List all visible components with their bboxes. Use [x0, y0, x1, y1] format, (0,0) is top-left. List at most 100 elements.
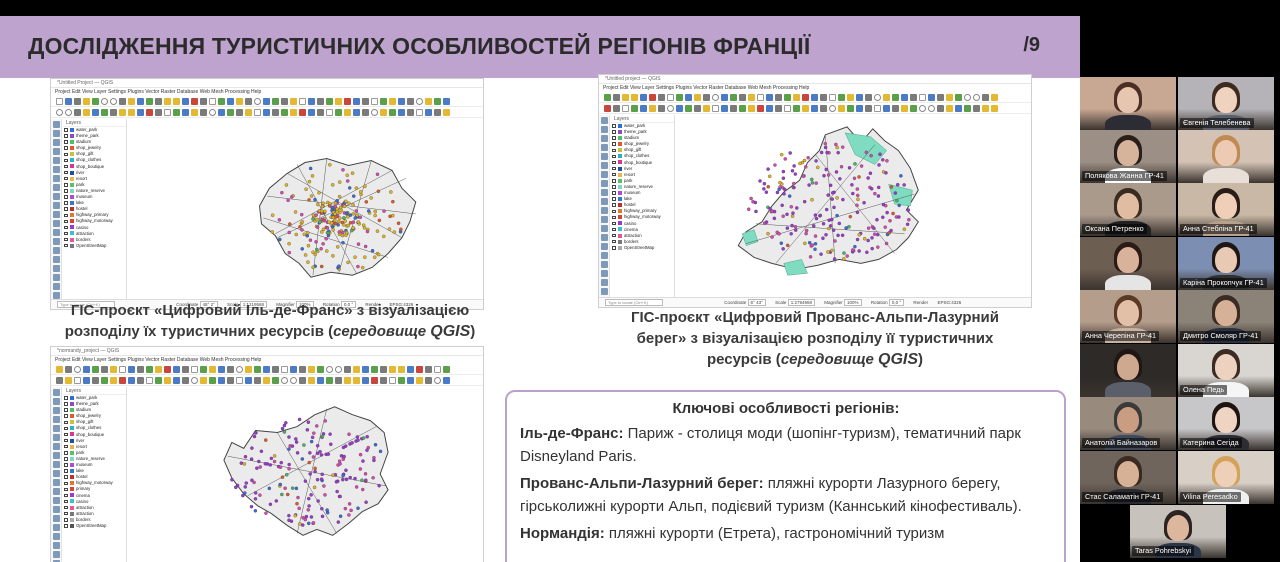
toolbar-tool-icon[interactable] — [425, 377, 432, 384]
toolbar-tool-icon[interactable] — [101, 98, 108, 105]
toolbar-tool-icon[interactable] — [182, 109, 189, 116]
toolbar-tool-icon[interactable] — [74, 377, 81, 384]
participant-video-tile[interactable] — [1080, 237, 1176, 290]
data-source-tool-icon[interactable] — [53, 389, 60, 396]
toolbar-tool-icon[interactable] — [254, 109, 261, 116]
layer-checkbox[interactable] — [64, 414, 68, 418]
toolbar-tool-icon[interactable] — [335, 98, 342, 105]
toolbar-tool-icon[interactable] — [326, 109, 333, 116]
toolbar-tool-icon[interactable] — [308, 98, 315, 105]
toolbar-tool-icon[interactable] — [407, 377, 414, 384]
participant-video-tile[interactable]: Анатолій Байназаров — [1080, 397, 1176, 450]
data-source-tool-icon[interactable] — [53, 193, 60, 200]
toolbar-tool-icon[interactable] — [856, 105, 863, 112]
toolbar-tool-icon[interactable] — [191, 377, 198, 384]
data-source-tool-icon[interactable] — [53, 202, 60, 209]
data-source-tool-icon[interactable] — [53, 452, 60, 459]
toolbar-tool-icon[interactable] — [164, 366, 171, 373]
toolbar-tool-icon[interactable] — [434, 377, 441, 384]
data-source-tool-icon[interactable] — [53, 434, 60, 441]
toolbar-tool-icon[interactable] — [299, 366, 306, 373]
toolbar-tool-icon[interactable] — [946, 105, 953, 112]
data-source-tool-icon[interactable] — [53, 425, 60, 432]
toolbar-tool-icon[interactable] — [263, 109, 270, 116]
toolbar-tool-icon[interactable] — [892, 94, 899, 101]
data-source-tool-icon[interactable] — [53, 515, 60, 522]
toolbar-tool-icon[interactable] — [128, 98, 135, 105]
toolbar-tool-icon[interactable] — [389, 377, 396, 384]
data-source-tool-icon[interactable] — [601, 243, 608, 250]
toolbar-tool-icon[interactable] — [371, 98, 378, 105]
layer-checkbox[interactable] — [64, 152, 68, 157]
toolbar-tool-icon[interactable] — [200, 109, 207, 116]
toolbar-tool-icon[interactable] — [604, 105, 611, 112]
toolbar-tool-icon[interactable] — [353, 109, 360, 116]
toolbar-tool-icon[interactable] — [407, 366, 414, 373]
toolbar-tool-icon[interactable] — [290, 366, 297, 373]
data-source-tool-icon[interactable] — [53, 398, 60, 405]
layer-checkbox[interactable] — [612, 179, 616, 183]
toolbar-tool-icon[interactable] — [883, 105, 890, 112]
toolbar-tool-icon[interactable] — [272, 98, 279, 105]
toolbar-tool-icon[interactable] — [416, 109, 423, 116]
participant-video-tile[interactable]: Олена Педь — [1178, 344, 1274, 397]
data-source-tool-icon[interactable] — [53, 542, 60, 549]
toolbar-tool-icon[interactable] — [667, 105, 674, 112]
toolbar-tool-icon[interactable] — [128, 377, 135, 384]
participant-video-tile[interactable] — [1178, 130, 1274, 183]
toolbar-tool-icon[interactable] — [263, 366, 270, 373]
toolbar-tool-icon[interactable] — [649, 105, 656, 112]
toolbar-tool-icon[interactable] — [910, 105, 917, 112]
toolbar-tool-icon[interactable] — [74, 366, 81, 373]
data-source-tool-icon[interactable] — [601, 216, 608, 223]
toolbar-tool-icon[interactable] — [416, 377, 423, 384]
toolbar-tool-icon[interactable] — [74, 109, 81, 116]
toolbar-tool-icon[interactable] — [443, 109, 450, 116]
layer-checkbox[interactable] — [64, 146, 68, 150]
participant-video-tile[interactable]: Катерина Сегіда — [1178, 397, 1274, 450]
toolbar-tool-icon[interactable] — [434, 366, 441, 373]
toolbar-tool-icon[interactable] — [874, 94, 881, 101]
toolbar-tool-icon[interactable] — [847, 94, 854, 101]
data-source-tool-icon[interactable] — [601, 261, 608, 268]
toolbar-tool-icon[interactable] — [353, 366, 360, 373]
toolbar-tool-icon[interactable] — [299, 109, 306, 116]
toolbar-tool-icon[interactable] — [703, 94, 710, 101]
data-source-tool-icon[interactable] — [601, 153, 608, 160]
toolbar-tool-icon[interactable] — [155, 366, 162, 373]
toolbar-tool-icon[interactable] — [802, 105, 809, 112]
toolbar-tool-icon[interactable] — [83, 366, 90, 373]
toolbar-tool-icon[interactable] — [829, 94, 836, 101]
data-source-tool-icon[interactable] — [53, 184, 60, 191]
layer-checkbox[interactable] — [64, 499, 68, 504]
layer-checkbox[interactable] — [64, 402, 68, 406]
layer-checkbox[interactable] — [64, 128, 68, 132]
data-source-tool-icon[interactable] — [53, 488, 60, 495]
toolbar-tool-icon[interactable] — [380, 109, 387, 116]
data-source-tool-icon[interactable] — [601, 198, 608, 205]
layer-checkbox[interactable] — [612, 154, 616, 159]
toolbar-tool-icon[interactable] — [254, 98, 261, 105]
layer-checkbox[interactable] — [64, 518, 68, 522]
toolbar-tool-icon[interactable] — [119, 109, 126, 116]
layer-checkbox[interactable] — [64, 457, 68, 461]
toolbar-tool-icon[interactable] — [326, 98, 333, 105]
toolbar-tool-icon[interactable] — [236, 98, 243, 105]
data-source-tool-icon[interactable] — [601, 171, 608, 178]
toolbar-tool-icon[interactable] — [236, 377, 243, 384]
layer-checkbox[interactable] — [64, 481, 68, 485]
data-source-tool-icon[interactable] — [53, 265, 60, 272]
toolbar-tool-icon[interactable] — [685, 105, 692, 112]
participant-video-tile[interactable]: Taras Pohrebskyi — [1130, 505, 1226, 558]
toolbar-tool-icon[interactable] — [317, 366, 324, 373]
toolbar-tool-icon[interactable] — [658, 94, 665, 101]
toolbar-tool-icon[interactable] — [272, 377, 279, 384]
layer-checkbox[interactable] — [64, 170, 68, 175]
toolbar-tool-icon[interactable] — [65, 366, 72, 373]
layer-checkbox[interactable] — [64, 469, 68, 473]
toolbar-tool-icon[interactable] — [407, 98, 414, 105]
toolbar-tool-icon[interactable] — [137, 366, 144, 373]
toolbar-tool-icon[interactable] — [209, 377, 216, 384]
toolbar-tool-icon[interactable] — [730, 105, 737, 112]
toolbar-tool-icon[interactable] — [101, 366, 108, 373]
